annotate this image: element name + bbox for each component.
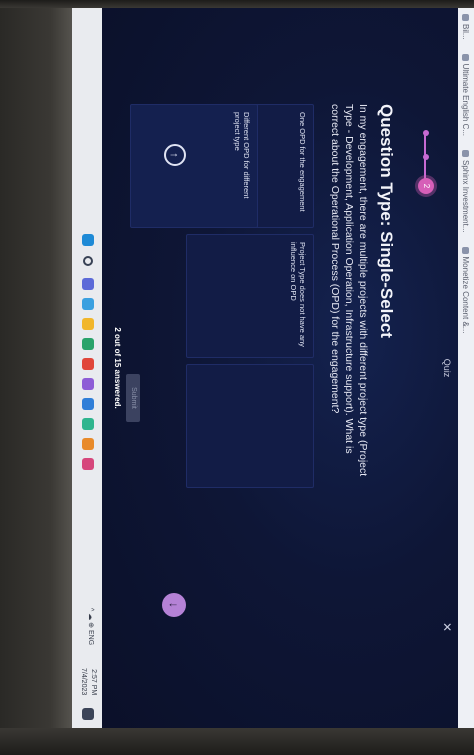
clock-time: 2:57 PM — [90, 669, 97, 696]
favorite-icon — [462, 14, 470, 21]
taskbar-app-icon[interactable] — [82, 418, 94, 430]
favorites-bar: Bil... Ultimate English C... Sphinx Inve… — [458, 8, 474, 728]
favorite-item[interactable]: Ultimate English C... — [461, 53, 471, 137]
question-text: In my engagement, there are multiple pro… — [329, 104, 369, 477]
next-button[interactable]: ↓ — [162, 593, 186, 617]
favorite-item[interactable]: Sphinx Investment... — [461, 150, 471, 233]
favorite-label: Monetize Content &... — [461, 256, 471, 334]
monitor-bezel-top — [0, 0, 474, 8]
quiz-app: Quiz ✕ 2 Question Type: Single-Select In… — [102, 8, 458, 728]
stepper-dot — [423, 154, 429, 160]
quiz-title: Quiz — [442, 358, 452, 378]
favorite-item[interactable]: Monetize Content &... — [461, 246, 471, 334]
answer-option[interactable] — [186, 364, 314, 488]
taskbar-app-icon[interactable] — [82, 298, 94, 310]
search-icon[interactable] — [83, 256, 93, 266]
previous-button[interactable]: ↑ — [164, 144, 186, 166]
windows-start-icon[interactable] — [82, 234, 94, 246]
taskbar-app-icon[interactable] — [82, 278, 94, 290]
notification-icon[interactable] — [82, 708, 94, 720]
favorite-label: Sphinx Investment... — [461, 160, 471, 233]
progress-text: 2 out of 15 answered. — [113, 327, 122, 409]
taskbar-app-icon[interactable] — [82, 398, 94, 410]
taskbar-app-icon[interactable] — [82, 318, 94, 330]
question-stepper: 2 — [416, 128, 436, 194]
answer-option[interactable]: Different OPD for different project type — [130, 104, 258, 228]
taskbar: ^ ☁ ⊕ ENG 2:57 PM 7/4/2023 — [72, 8, 102, 728]
taskbar-app-icon[interactable] — [82, 438, 94, 450]
favorite-icon — [462, 246, 470, 254]
photo-frame: Bil... Ultimate English C... Sphinx Inve… — [0, 0, 474, 755]
favorite-icon — [462, 150, 470, 158]
clock-date: 7/4/2023 — [80, 668, 87, 696]
taskbar-app-icon[interactable] — [82, 338, 94, 350]
answer-option[interactable]: Project Type does not have any influence… — [186, 234, 314, 358]
clock[interactable]: 2:57 PM 7/4/2023 — [78, 668, 98, 695]
submit-button[interactable]: Submit — [126, 374, 140, 422]
question-type: Question Type: Single-Select — [377, 104, 396, 338]
system-tray[interactable]: ^ ☁ ⊕ ENG — [87, 608, 95, 645]
favorite-label: Bil... — [461, 24, 471, 40]
close-icon[interactable]: ✕ — [440, 622, 454, 632]
favorite-item[interactable]: Bil... — [462, 14, 471, 40]
taskbar-app-icon[interactable] — [82, 458, 94, 470]
stepper-current: 2 — [418, 178, 434, 194]
monitor-bezel-bottom — [0, 728, 474, 755]
stepper-dot — [423, 130, 429, 136]
screen: Bil... Ultimate English C... Sphinx Inve… — [72, 8, 474, 728]
favorite-icon — [462, 53, 470, 61]
monitor-bezel-left — [0, 0, 72, 755]
taskbar-app-icon[interactable] — [82, 358, 94, 370]
taskbar-app-icon[interactable] — [82, 378, 94, 390]
favorite-label: Ultimate English C... — [461, 63, 471, 137]
